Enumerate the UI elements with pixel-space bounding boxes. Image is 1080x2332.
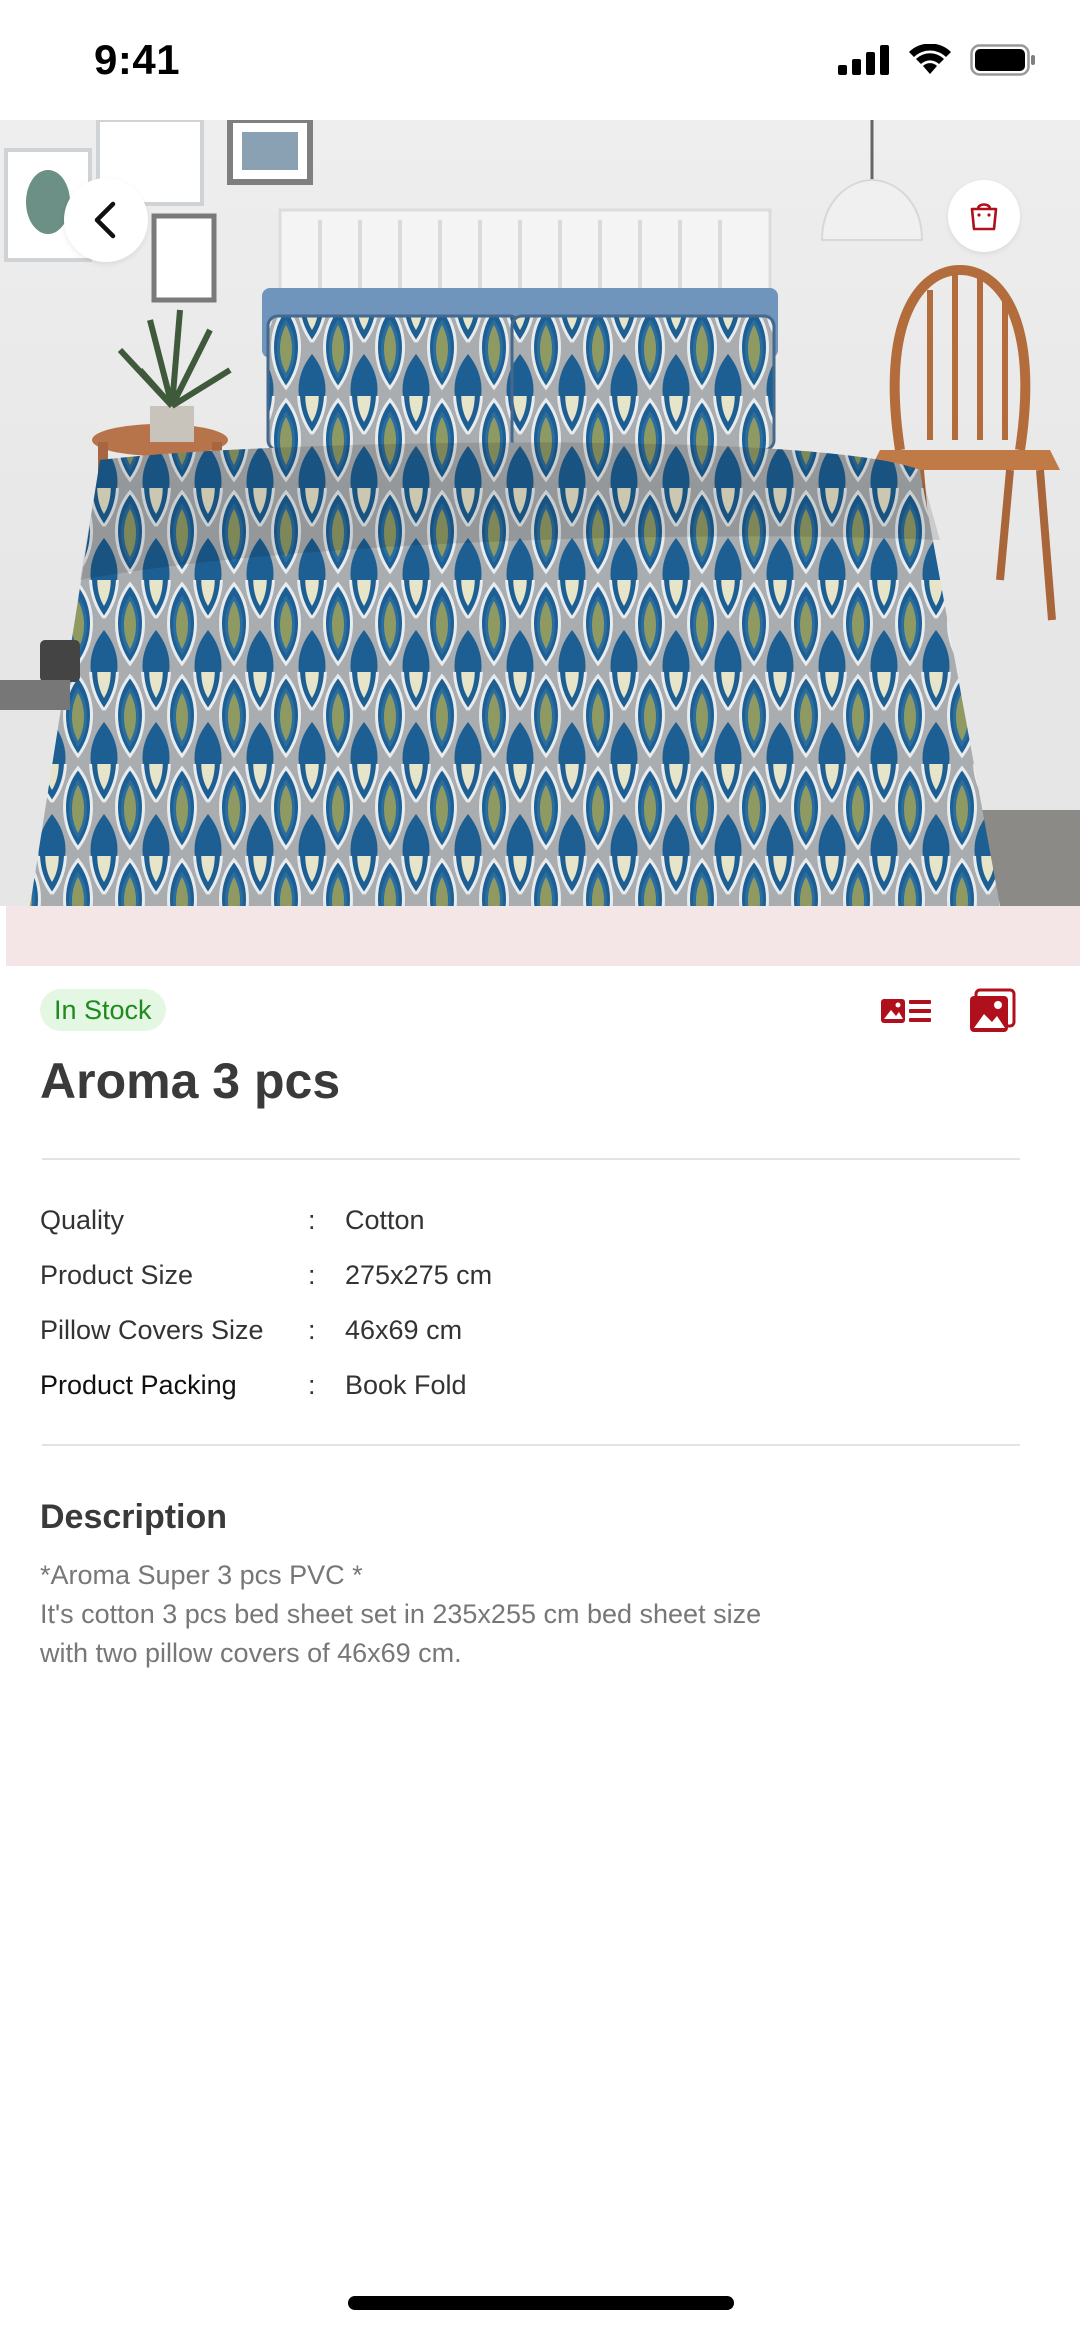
spec-colon: : [308,1205,316,1235]
spec-label: Pillow Covers Size [40,1315,264,1345]
spec-colon: : [308,1370,316,1400]
spec-row-quality: Quality : Cotton [40,1205,1020,1245]
spec-colon: : [308,1315,316,1345]
spec-value: 46x69 cm [345,1315,463,1345]
stock-status-badge: In Stock [40,989,166,1031]
spec-row-pillow-covers-size: Pillow Covers Size : 46x69 cm [40,1315,1020,1355]
image-list-icon[interactable] [880,995,932,1027]
back-button[interactable] [64,178,148,262]
cart-button[interactable] [948,180,1020,252]
product-image-gallery[interactable] [0,120,1080,906]
description-text: *Aroma Super 3 pcs PVC * It's cotton 3 p… [40,1560,762,1668]
spec-value: Cotton [345,1205,425,1235]
spec-row-product-packing: Product Packing : Book Fold [40,1370,1020,1410]
gallery-icon[interactable] [968,988,1016,1034]
description-heading: Description [40,1498,228,1536]
home-indicator[interactable] [348,2296,734,2310]
spec-row-product-size: Product Size : 275x275 cm [40,1260,1020,1300]
divider [42,1444,1020,1446]
product-title: Aroma 3 pcs [40,1053,341,1109]
wifi-icon [909,44,951,74]
back-arrow-icon [94,201,116,239]
status-time: 9:41 [94,36,181,83]
spec-label: Product Packing [40,1370,237,1400]
status-icons [838,44,1036,76]
spec-label: Product Size [40,1260,194,1290]
spec-colon: : [308,1260,316,1290]
divider [42,1158,1020,1160]
spec-value: 275x275 cm [345,1260,493,1290]
product-photo [0,120,1080,906]
shopping-bag-icon [970,203,998,231]
spec-label: Quality [40,1205,125,1235]
battery-icon [970,44,1035,76]
view-mode-icons [880,988,1016,1034]
signal-icon [838,45,889,75]
image-bottom-band [6,906,1080,966]
spec-value: Book Fold [345,1370,467,1400]
status-bar: 9:41 [0,0,1080,120]
